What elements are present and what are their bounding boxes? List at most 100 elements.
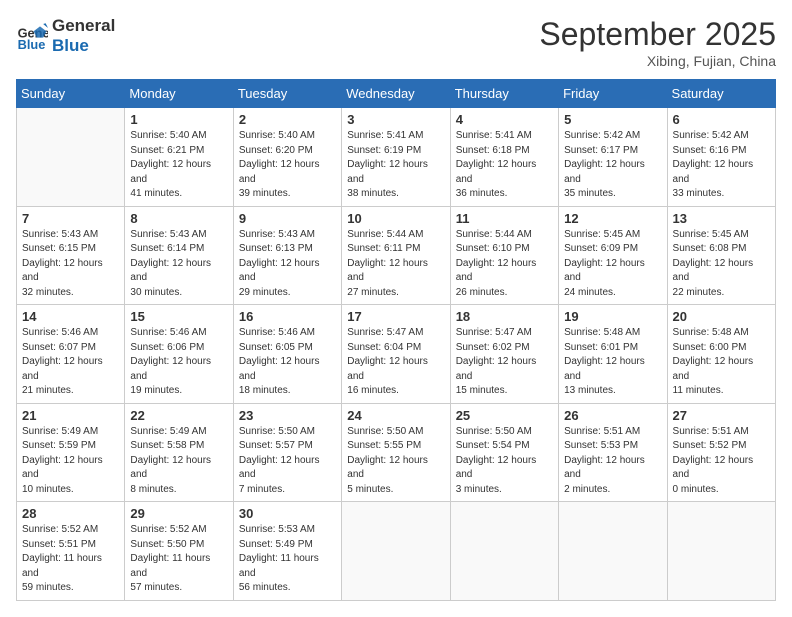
day-info: Sunrise: 5:49 AMSunset: 5:58 PMDaylight:… bbox=[130, 425, 227, 498]
calendar-cell: 3 Sunrise: 5:41 AMSunset: 6:19 PMDaylight… bbox=[342, 108, 450, 207]
logo-line2: Blue bbox=[52, 36, 115, 56]
day-header-monday: Monday bbox=[125, 80, 233, 108]
day-number: 19 bbox=[564, 309, 661, 324]
logo-icon: General Blue bbox=[16, 20, 48, 52]
calendar-cell: 12 Sunrise: 5:45 AMSunset: 6:09 PMDayligh… bbox=[559, 206, 667, 305]
day-info: Sunrise: 5:53 AMSunset: 5:49 PMDaylight:… bbox=[239, 523, 336, 596]
calendar-header: SundayMondayTuesdayWednesdayThursdayFrid… bbox=[17, 80, 776, 108]
calendar-cell bbox=[342, 502, 450, 601]
day-number: 3 bbox=[347, 112, 444, 127]
calendar-cell: 10Sunrise: 5:44 AMSunset: 6:11 PMDayligh… bbox=[342, 206, 450, 305]
day-number: 16 bbox=[239, 309, 336, 324]
day-info: Sunrise: 5:44 AMSunset: 6:10 PMDaylight:… bbox=[456, 228, 553, 301]
day-info: Sunrise: 5:49 AMSunset: 5:59 PMDaylight:… bbox=[22, 425, 119, 498]
day-header-tuesday: Tuesday bbox=[233, 80, 341, 108]
calendar-cell bbox=[17, 108, 125, 207]
day-number: 22 bbox=[130, 408, 227, 423]
day-info: Sunrise: 5:47 AMSunset: 6:02 PMDaylight:… bbox=[456, 326, 553, 399]
day-number: 10 bbox=[347, 211, 444, 226]
day-info: Sunrise: 5:48 AMSunset: 6:01 PMDaylight:… bbox=[564, 326, 661, 399]
calendar-cell: 5Sunrise: 5:42 AMSunset: 6:17 PMDaylight… bbox=[559, 108, 667, 207]
calendar-cell bbox=[450, 502, 558, 601]
day-info: Sunrise: 5:47 AMSunset: 6:04 PMDaylight:… bbox=[347, 326, 444, 399]
calendar-cell: 7Sunrise: 5:43 AMSunset: 6:15 PMDaylight… bbox=[17, 206, 125, 305]
day-number: 12 bbox=[564, 211, 661, 226]
day-header-sunday: Sunday bbox=[17, 80, 125, 108]
page-header: General Blue General Blue September 2025… bbox=[16, 16, 776, 69]
calendar-cell bbox=[559, 502, 667, 601]
calendar-cell: 26 Sunrise: 5:51 AMSunset: 5:53 PMDayligh… bbox=[559, 403, 667, 502]
day-info: Sunrise: 5:42 AMSunset: 6:16 PMDaylight:… bbox=[673, 129, 770, 202]
day-info: Sunrise: 5:52 AMSunset: 5:50 PMDaylight:… bbox=[130, 523, 227, 596]
week-row-5: 28Sunrise: 5:52 AMSunset: 5:51 PMDayligh… bbox=[17, 502, 776, 601]
day-header-saturday: Saturday bbox=[667, 80, 775, 108]
day-number: 2 bbox=[239, 112, 336, 127]
day-info: Sunrise: 5:41 AMSunset: 6:18 PMDaylight:… bbox=[456, 129, 553, 202]
calendar-cell: 2 Sunrise: 5:40 AMSunset: 6:20 PMDaylight… bbox=[233, 108, 341, 207]
day-number: 17 bbox=[347, 309, 444, 324]
calendar-cell: 8Sunrise: 5:43 AMSunset: 6:14 PMDaylight… bbox=[125, 206, 233, 305]
day-info: Sunrise: 5:43 AMSunset: 6:15 PMDaylight:… bbox=[22, 228, 119, 301]
day-number: 29 bbox=[130, 506, 227, 521]
day-info: Sunrise: 5:40 AMSunset: 6:20 PMDaylight:… bbox=[239, 129, 336, 202]
day-info: Sunrise: 5:41 AMSunset: 6:19 PMDaylight:… bbox=[347, 129, 444, 202]
day-number: 15 bbox=[130, 309, 227, 324]
day-info: Sunrise: 5:50 AMSunset: 5:57 PMDaylight:… bbox=[239, 425, 336, 498]
calendar-cell: 25 Sunrise: 5:50 AMSunset: 5:54 PMDayligh… bbox=[450, 403, 558, 502]
day-number: 26 bbox=[564, 408, 661, 423]
day-number: 27 bbox=[673, 408, 770, 423]
day-number: 14 bbox=[22, 309, 119, 324]
calendar-cell: 17 Sunrise: 5:47 AMSunset: 6:04 PMDayligh… bbox=[342, 305, 450, 404]
day-header-thursday: Thursday bbox=[450, 80, 558, 108]
calendar-cell: 29 Sunrise: 5:52 AMSunset: 5:50 PMDayligh… bbox=[125, 502, 233, 601]
day-number: 30 bbox=[239, 506, 336, 521]
day-info: Sunrise: 5:51 AMSunset: 5:52 PMDaylight:… bbox=[673, 425, 770, 498]
day-info: Sunrise: 5:43 AMSunset: 6:13 PMDaylight:… bbox=[239, 228, 336, 301]
day-number: 23 bbox=[239, 408, 336, 423]
day-number: 8 bbox=[130, 211, 227, 226]
day-number: 13 bbox=[673, 211, 770, 226]
month-title: September 2025 bbox=[539, 16, 776, 53]
day-info: Sunrise: 5:46 AMSunset: 6:07 PMDaylight:… bbox=[22, 326, 119, 399]
day-info: Sunrise: 5:46 AMSunset: 6:05 PMDaylight:… bbox=[239, 326, 336, 399]
day-number: 9 bbox=[239, 211, 336, 226]
calendar-cell: 23 Sunrise: 5:50 AMSunset: 5:57 PMDayligh… bbox=[233, 403, 341, 502]
calendar-body: 1 Sunrise: 5:40 AMSunset: 6:21 PMDaylight… bbox=[17, 108, 776, 601]
day-info: Sunrise: 5:45 AMSunset: 6:08 PMDaylight:… bbox=[673, 228, 770, 301]
calendar-cell: 16 Sunrise: 5:46 AMSunset: 6:05 PMDayligh… bbox=[233, 305, 341, 404]
week-row-1: 1 Sunrise: 5:40 AMSunset: 6:21 PMDaylight… bbox=[17, 108, 776, 207]
day-info: Sunrise: 5:50 AMSunset: 5:54 PMDaylight:… bbox=[456, 425, 553, 498]
calendar-cell: 19 Sunrise: 5:48 AMSunset: 6:01 PMDayligh… bbox=[559, 305, 667, 404]
day-number: 25 bbox=[456, 408, 553, 423]
day-number: 21 bbox=[22, 408, 119, 423]
calendar-cell: 1 Sunrise: 5:40 AMSunset: 6:21 PMDaylight… bbox=[125, 108, 233, 207]
week-row-4: 21 Sunrise: 5:49 AMSunset: 5:59 PMDayligh… bbox=[17, 403, 776, 502]
calendar-cell: 28Sunrise: 5:52 AMSunset: 5:51 PMDayligh… bbox=[17, 502, 125, 601]
day-header-friday: Friday bbox=[559, 80, 667, 108]
calendar-cell: 4 Sunrise: 5:41 AMSunset: 6:18 PMDaylight… bbox=[450, 108, 558, 207]
day-number: 20 bbox=[673, 309, 770, 324]
day-number: 4 bbox=[456, 112, 553, 127]
week-row-2: 7Sunrise: 5:43 AMSunset: 6:15 PMDaylight… bbox=[17, 206, 776, 305]
day-info: Sunrise: 5:52 AMSunset: 5:51 PMDaylight:… bbox=[22, 523, 119, 596]
calendar-cell: 20 Sunrise: 5:48 AMSunset: 6:00 PMDayligh… bbox=[667, 305, 775, 404]
logo-line1: General bbox=[52, 16, 115, 36]
day-info: Sunrise: 5:45 AMSunset: 6:09 PMDaylight:… bbox=[564, 228, 661, 301]
day-info: Sunrise: 5:46 AMSunset: 6:06 PMDaylight:… bbox=[130, 326, 227, 399]
day-header-wednesday: Wednesday bbox=[342, 80, 450, 108]
day-number: 1 bbox=[130, 112, 227, 127]
calendar-cell: 9 Sunrise: 5:43 AMSunset: 6:13 PMDaylight… bbox=[233, 206, 341, 305]
calendar-cell: 6Sunrise: 5:42 AMSunset: 6:16 PMDaylight… bbox=[667, 108, 775, 207]
day-number: 18 bbox=[456, 309, 553, 324]
day-info: Sunrise: 5:51 AMSunset: 5:53 PMDaylight:… bbox=[564, 425, 661, 498]
calendar-cell: 11 Sunrise: 5:44 AMSunset: 6:10 PMDayligh… bbox=[450, 206, 558, 305]
calendar-cell: 30 Sunrise: 5:53 AMSunset: 5:49 PMDayligh… bbox=[233, 502, 341, 601]
day-info: Sunrise: 5:40 AMSunset: 6:21 PMDaylight:… bbox=[130, 129, 227, 202]
calendar-cell: 22 Sunrise: 5:49 AMSunset: 5:58 PMDayligh… bbox=[125, 403, 233, 502]
day-info: Sunrise: 5:50 AMSunset: 5:55 PMDaylight:… bbox=[347, 425, 444, 498]
title-block: September 2025 Xibing, Fujian, China bbox=[539, 16, 776, 69]
day-number: 11 bbox=[456, 211, 553, 226]
calendar-cell bbox=[667, 502, 775, 601]
day-info: Sunrise: 5:48 AMSunset: 6:00 PMDaylight:… bbox=[673, 326, 770, 399]
calendar-cell: 15 Sunrise: 5:46 AMSunset: 6:06 PMDayligh… bbox=[125, 305, 233, 404]
